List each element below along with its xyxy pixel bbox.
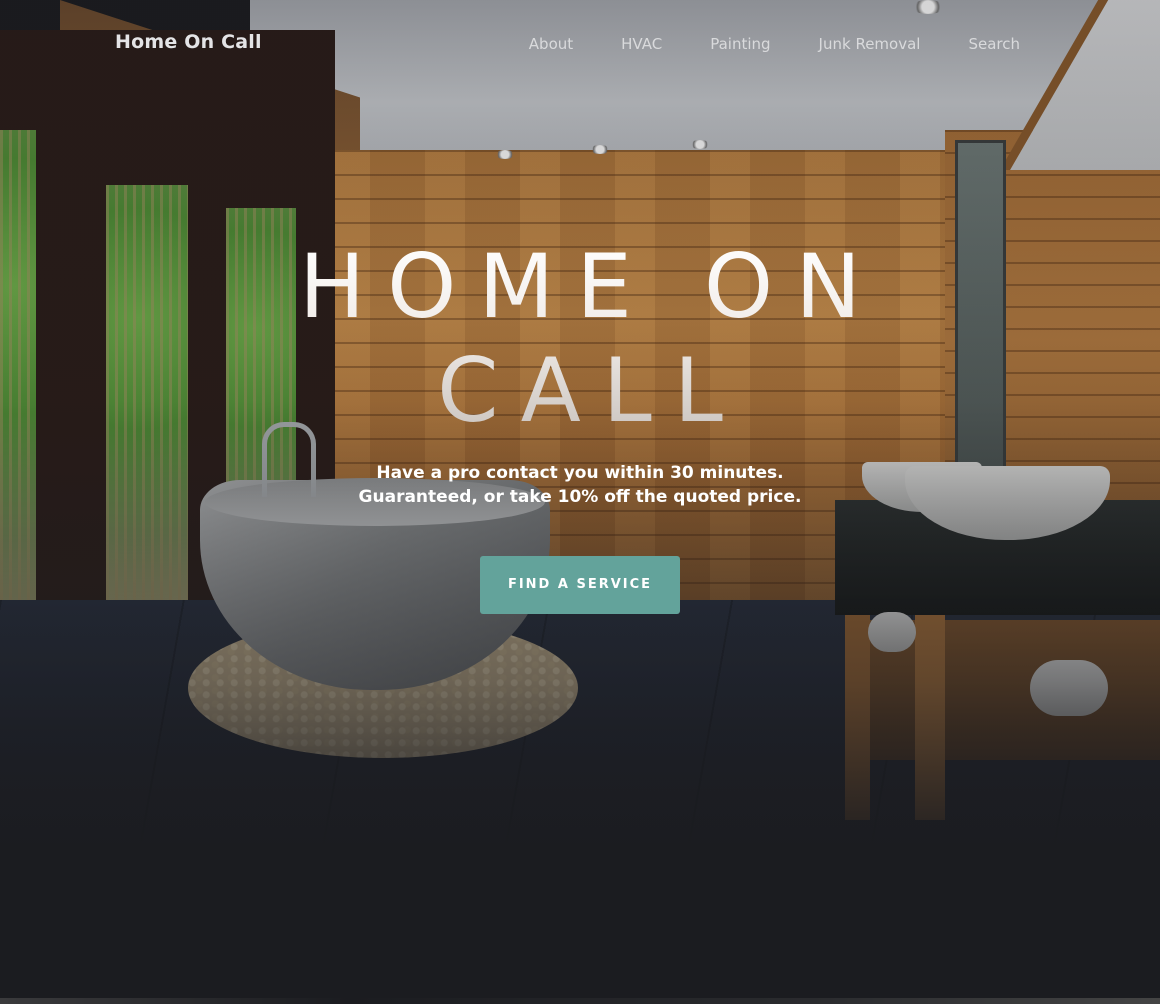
brand-logo-link[interactable]: Home On Call	[115, 31, 262, 53]
nav-links: About HVAC Painting Junk Removal Search	[481, 34, 1020, 53]
top-navigation: Home On Call About HVAC Painting Junk Re…	[0, 0, 1160, 90]
nav-link-search[interactable]: Search	[968, 35, 1020, 53]
nav-item-about: About	[529, 34, 573, 53]
nav-link-junk-removal[interactable]: Junk Removal	[819, 35, 921, 53]
find-a-service-button[interactable]: FIND A SERVICE	[480, 556, 680, 614]
nav-link-about[interactable]: About	[529, 35, 573, 53]
nav-link-hvac[interactable]: HVAC	[621, 35, 662, 53]
nav-item-junk-removal: Junk Removal	[819, 34, 921, 53]
hero-section: HOME ON CALL Have a pro contact you with…	[0, 235, 1160, 614]
page: Home On Call About HVAC Painting Junk Re…	[0, 0, 1160, 1004]
hero-subtitle-line-1: Have a pro contact you within 30 minutes…	[376, 463, 784, 483]
nav-item-search: Search	[968, 34, 1020, 53]
hero-subtitle: Have a pro contact you within 30 minutes…	[270, 461, 890, 509]
nav-link-painting[interactable]: Painting	[710, 35, 770, 53]
nav-item-painting: Painting	[710, 34, 770, 53]
hero-title: HOME ON CALL	[169, 235, 991, 443]
hero-subtitle-line-2: Guaranteed, or take 10% off the quoted p…	[358, 487, 802, 507]
next-section-edge	[0, 998, 1160, 1004]
nav-item-hvac: HVAC	[621, 34, 662, 53]
